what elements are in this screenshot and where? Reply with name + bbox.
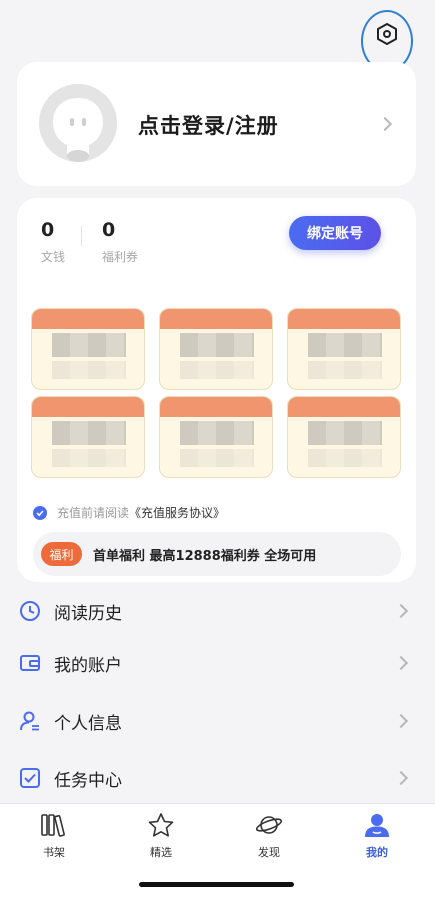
coins-value: 0 <box>41 219 55 241</box>
coins-label: 文钱 <box>41 250 66 264</box>
planet-icon <box>255 816 283 834</box>
default-avatar-icon <box>39 84 117 162</box>
bind-account-button[interactable]: 绑定账号 <box>289 216 381 250</box>
menu-item-personal-info[interactable]: 个人信息 <box>0 692 435 750</box>
menu-item-reading-history[interactable]: 阅读历史 <box>0 582 435 640</box>
menu-list: 阅读历史 我的账户 个人信息 任务中心 <box>0 582 435 804</box>
chevron-right-icon <box>393 770 409 786</box>
menu-label: 个人信息 <box>54 713 122 734</box>
menu-item-my-account[interactable]: 我的账户 <box>0 634 435 692</box>
chevron-right-icon <box>393 655 409 671</box>
user-icon <box>20 711 39 731</box>
bottom-tab-bar: 书架 精选 发现 我的 <box>0 803 435 901</box>
recharge-package[interactable] <box>31 396 145 478</box>
stat-divider <box>81 226 82 246</box>
recharge-package[interactable] <box>31 308 145 390</box>
coupons-label: 福利券 <box>102 250 139 264</box>
recharge-package[interactable] <box>159 396 273 478</box>
tab-label: 书架 <box>43 846 65 859</box>
wallet-icon <box>20 655 40 671</box>
star-icon <box>148 813 174 837</box>
bookshelf-icon <box>41 814 65 837</box>
menu-label: 我的账户 <box>54 655 122 676</box>
tab-bookshelf[interactable]: 书架 <box>14 812 94 868</box>
tab-label: 发现 <box>258 846 280 859</box>
recharge-package[interactable] <box>287 308 401 390</box>
profile-icon <box>365 814 389 837</box>
login-card[interactable]: 点击登录/注册 <box>17 62 416 186</box>
coins-stat[interactable]: 0 文钱 <box>41 218 65 265</box>
menu-item-task-center[interactable]: 任务中心 <box>0 749 435 807</box>
tab-discover[interactable]: 发现 <box>229 812 309 868</box>
recharge-agreement-link[interactable]: 《充值服务协议》 <box>129 504 225 521</box>
chevron-right-icon <box>393 713 409 729</box>
recharge-package[interactable] <box>287 396 401 478</box>
chevron-right-icon <box>377 116 393 132</box>
tab-label: 精选 <box>150 846 172 859</box>
checkbox-checked-icon[interactable] <box>33 505 47 520</box>
agreement-prefix: 充值前请阅读 <box>57 506 130 520</box>
agreement-row[interactable]: 充值前请阅读 《充值服务协议》 <box>33 504 225 521</box>
promo-banner[interactable]: 福利 首单福利 最高12888福利券 全场可用 <box>33 532 401 576</box>
home-indicator <box>139 882 294 887</box>
menu-label: 任务中心 <box>54 770 122 791</box>
coupons-value: 0 <box>102 219 116 241</box>
recharge-package[interactable] <box>159 308 273 390</box>
tab-featured[interactable]: 精选 <box>121 812 201 868</box>
coupons-stat[interactable]: 0 福利券 <box>102 218 138 265</box>
chevron-right-icon <box>393 603 409 619</box>
menu-label: 阅读历史 <box>54 603 122 624</box>
tab-mine[interactable]: 我的 <box>337 812 417 868</box>
task-check-icon <box>20 768 40 788</box>
wallet-card: 0 文钱 0 福利券 绑定账号 充值前请阅读 《充值服务协议》 福利 首单福利 … <box>17 198 416 582</box>
promo-badge: 福利 <box>41 542 82 566</box>
tab-label: 我的 <box>366 846 388 859</box>
clock-icon <box>20 601 40 621</box>
login-register-label[interactable]: 点击登录/注册 <box>138 110 279 140</box>
promo-text: 首单福利 最高12888福利券 全场可用 <box>93 548 317 564</box>
